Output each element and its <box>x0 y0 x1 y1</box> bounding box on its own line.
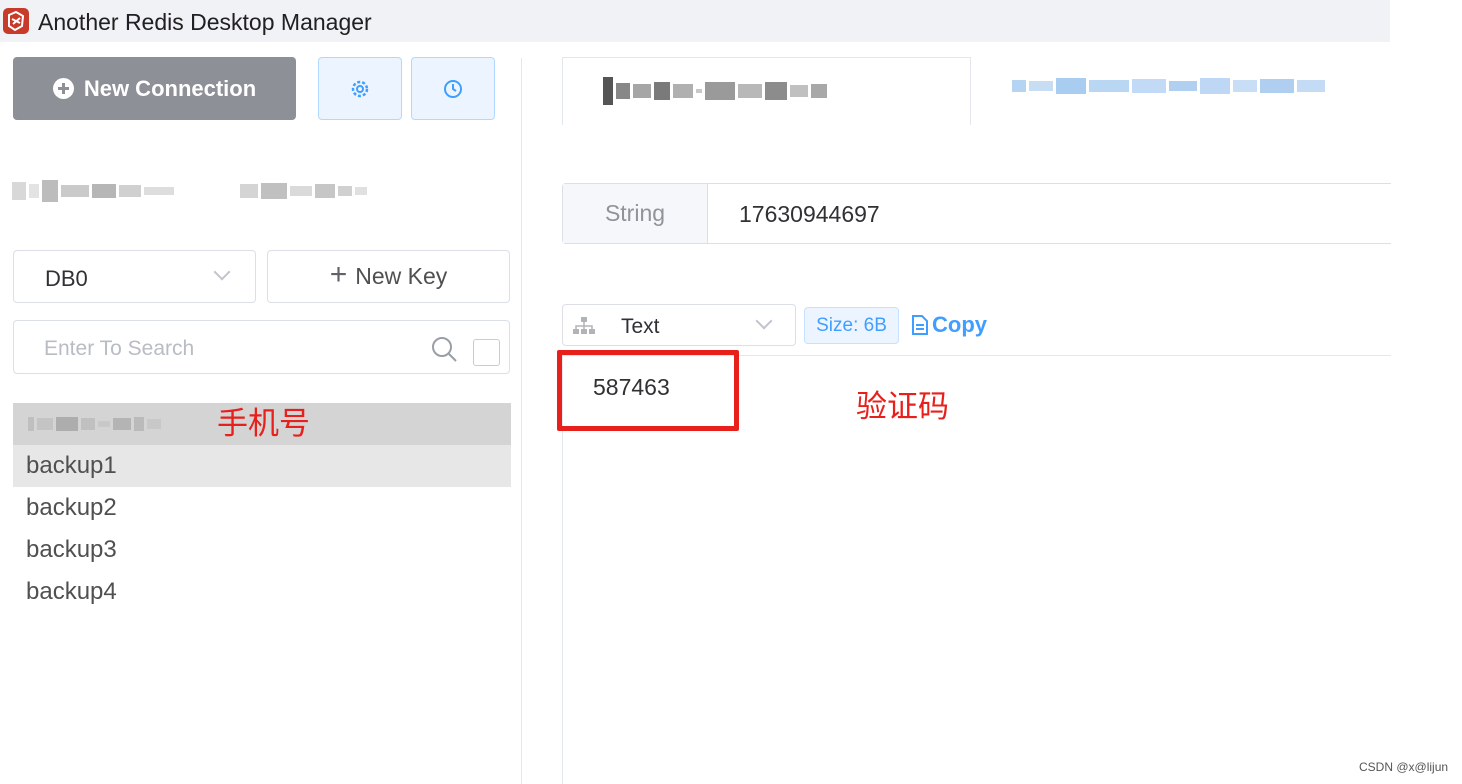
list-item[interactable]: backup2 <box>13 487 511 529</box>
chevron-down-icon <box>755 312 773 330</box>
connection-tab[interactable] <box>562 57 971 125</box>
new-key-button[interactable]: + New Key <box>267 250 510 303</box>
connection-name-blurred <box>12 180 367 202</box>
new-key-label: New Key <box>355 263 448 289</box>
key-list: 手机号 backup1 backup2 backup3 backup4 <box>13 403 511 613</box>
history-button[interactable] <box>411 57 495 120</box>
list-item[interactable]: backup3 <box>13 529 511 571</box>
plus-icon: + <box>329 257 348 291</box>
clock-icon <box>444 79 462 98</box>
blurred-tab-title <box>603 77 827 105</box>
settings-button[interactable] <box>318 57 402 120</box>
phone-annotation: 手机号 <box>217 406 310 441</box>
search-input[interactable]: Enter To Search <box>13 320 510 374</box>
key-name-input[interactable]: String 17630944697 <box>562 183 1391 244</box>
blurred-tab-subtitle <box>1012 78 1325 94</box>
gear-icon <box>351 80 369 97</box>
key-name-value: 17630944697 <box>739 201 880 227</box>
code-annotation: 验证码 <box>856 389 949 424</box>
watermark: CSDN @x@lijun <box>1359 760 1449 774</box>
document-icon <box>912 315 928 335</box>
highlight-box <box>557 350 739 431</box>
new-connection-button[interactable]: New Connection <box>13 57 296 120</box>
list-item[interactable]: 手机号 <box>13 403 511 445</box>
blurred-key-name <box>28 417 161 431</box>
title-bar: Another Redis Desktop Manager <box>0 0 1390 42</box>
panel-divider[interactable] <box>521 58 522 784</box>
chevron-down-icon <box>213 263 231 281</box>
new-connection-label: New Connection <box>83 75 257 101</box>
window-title: Another Redis Desktop Manager <box>38 9 372 35</box>
copy-button[interactable]: Copy <box>910 312 987 338</box>
list-item[interactable]: backup1 <box>13 445 511 487</box>
app-logo-icon <box>3 8 29 34</box>
plus-circle-icon <box>52 78 74 99</box>
search-icon[interactable] <box>430 335 458 363</box>
db-select-value: DB0 <box>45 266 88 291</box>
view-format-select[interactable]: Text <box>562 304 796 346</box>
size-badge: Size: 6B <box>804 307 899 344</box>
exact-search-checkbox[interactable] <box>473 339 500 366</box>
view-format-value: Text <box>621 315 660 338</box>
list-item[interactable]: backup4 <box>13 571 511 613</box>
key-type-label: String <box>563 184 708 243</box>
copy-label: Copy <box>932 312 987 337</box>
search-placeholder: Enter To Search <box>44 337 195 360</box>
hierarchy-icon <box>573 317 595 334</box>
db-select[interactable]: DB0 <box>13 250 256 303</box>
